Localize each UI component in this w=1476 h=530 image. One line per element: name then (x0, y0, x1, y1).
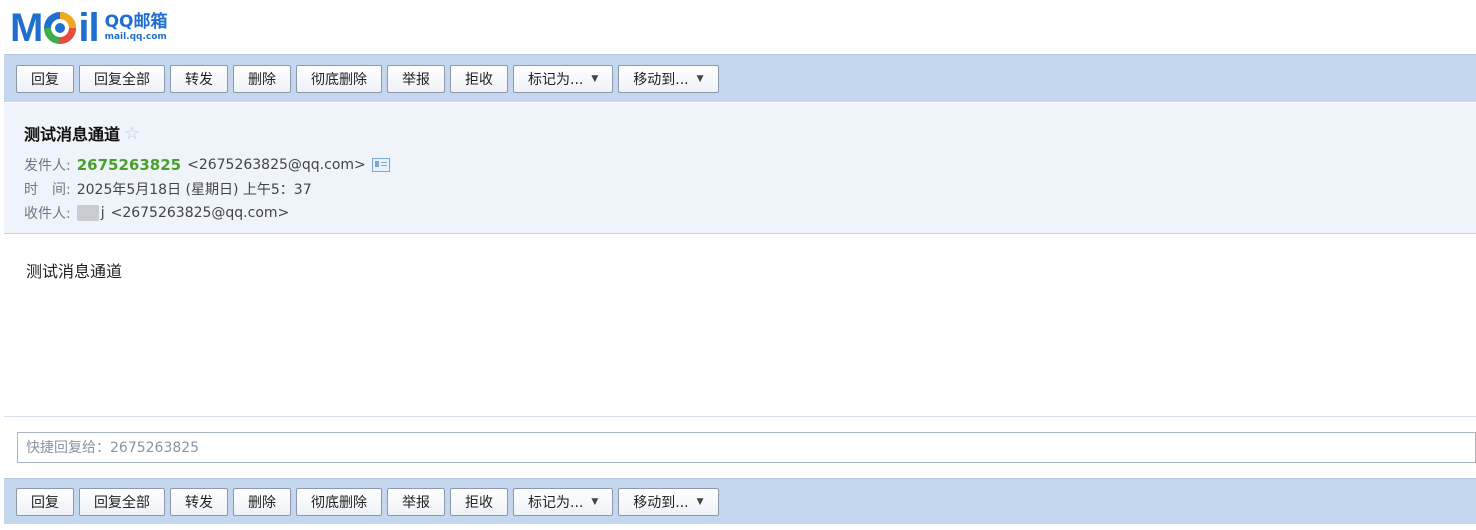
qqmail-logo[interactable]: M il QQ邮箱 mail.qq.com (10, 8, 167, 48)
logo-product-name: QQ邮箱 (104, 12, 168, 32)
sender-name[interactable]: 2675263825 (77, 156, 181, 174)
star-outline-icon[interactable]: ☆ (124, 123, 140, 144)
recipient-name-tail: j (100, 205, 105, 221)
logo-letter-m: M (10, 6, 43, 50)
mark-as-label: 标记为... (528, 494, 584, 511)
from-row: 发件人: 2675263825 <2675263825@qq.com> (24, 155, 390, 175)
reply-all-button-label: 回复全部 (94, 71, 150, 88)
caret-down-icon: ▼ (696, 73, 704, 84)
delete-button[interactable]: 删除 (233, 487, 291, 516)
report-button-label: 举报 (402, 494, 430, 511)
delete-permanently-button[interactable]: 彻底删除 (296, 487, 382, 516)
from-label: 发件人: (24, 158, 71, 174)
reply-button[interactable]: 回复 (16, 64, 74, 93)
to-label: 收件人: (24, 206, 71, 222)
time-value: 2025年5月18日 (星期日) 上午5：37 (76, 182, 312, 198)
reply-all-button[interactable]: 回复全部 (79, 64, 165, 93)
caret-down-icon: ▼ (591, 496, 599, 507)
move-to-label: 移动到... (633, 71, 689, 88)
move-to-label: 移动到... (633, 494, 689, 511)
logo-envelope-circle-icon (44, 12, 77, 44)
move-to-dropdown[interactable]: 移动到... ▼ (618, 64, 719, 93)
forward-button[interactable]: 转发 (170, 487, 228, 516)
delete-permanently-button[interactable]: 彻底删除 (296, 64, 382, 93)
mail-header: 测试消息通道 ☆ 发件人: 2675263825 <2675263825@qq.… (4, 103, 1476, 234)
reject-button[interactable]: 拒收 (450, 487, 508, 516)
recipient-name-redacted (76, 205, 99, 221)
mail-read-page: M il QQ邮箱 mail.qq.com 回复 回复全部 转发 删除 彻底删除… (0, 0, 1476, 530)
report-button[interactable]: 举报 (387, 64, 445, 93)
logo-product-url: mail.qq.com (104, 32, 167, 42)
move-to-dropdown[interactable]: 移动到... ▼ (618, 487, 719, 516)
contact-card-icon[interactable] (371, 158, 390, 172)
caret-down-icon: ▼ (591, 73, 599, 84)
reply-button-label: 回复 (31, 71, 59, 88)
reject-button-label: 拒收 (465, 494, 493, 511)
delete-permanently-button-label: 彻底删除 (311, 494, 367, 511)
time-label: 时 间: (24, 182, 71, 198)
delete-button-label: 删除 (248, 71, 276, 88)
mail-subject: 测试消息通道 ☆ (24, 121, 140, 145)
forward-button-label: 转发 (185, 71, 213, 88)
quick-reply-area (4, 416, 1476, 479)
report-button[interactable]: 举报 (387, 487, 445, 516)
mark-as-dropdown[interactable]: 标记为... ▼ (513, 487, 614, 516)
reply-button-label: 回复 (31, 494, 59, 511)
logo-wordmark: M il (10, 6, 100, 50)
reject-button[interactable]: 拒收 (450, 64, 508, 93)
quick-reply-input[interactable] (17, 432, 1476, 463)
caret-down-icon: ▼ (696, 496, 704, 507)
mail-body: 测试消息通道 (26, 262, 123, 281)
mark-as-dropdown[interactable]: 标记为... ▼ (513, 64, 614, 93)
recipient-address: <2675263825@qq.com> (110, 205, 290, 221)
to-row: 收件人: j <2675263825@qq.com> (24, 203, 289, 223)
forward-button[interactable]: 转发 (170, 64, 228, 93)
subject-text: 测试消息通道 (24, 125, 121, 144)
mark-as-label: 标记为... (528, 71, 584, 88)
delete-button[interactable]: 删除 (233, 64, 291, 93)
delete-permanently-button-label: 彻底删除 (311, 71, 367, 88)
forward-button-label: 转发 (185, 494, 213, 511)
time-row: 时 间: 2025年5月18日 (星期日) 上午5：37 (24, 179, 312, 199)
delete-button-label: 删除 (248, 494, 276, 511)
reply-all-button-label: 回复全部 (94, 494, 150, 511)
reject-button-label: 拒收 (465, 71, 493, 88)
logo-tagline: QQ邮箱 mail.qq.com (105, 14, 168, 42)
top-toolbar: 回复 回复全部 转发 删除 彻底删除 举报 拒收 标记为... ▼ 移动到... ▼ (4, 54, 1476, 102)
logo-letters-il: il (78, 6, 99, 50)
sender-address: <2675263825@qq.com> (187, 157, 366, 173)
bottom-toolbar: 回复 回复全部 转发 删除 彻底删除 举报 拒收 标记为... ▼ 移动到... ▼ (4, 478, 1476, 524)
report-button-label: 举报 (402, 71, 430, 88)
reply-all-button[interactable]: 回复全部 (79, 487, 165, 516)
reply-button[interactable]: 回复 (16, 487, 74, 516)
